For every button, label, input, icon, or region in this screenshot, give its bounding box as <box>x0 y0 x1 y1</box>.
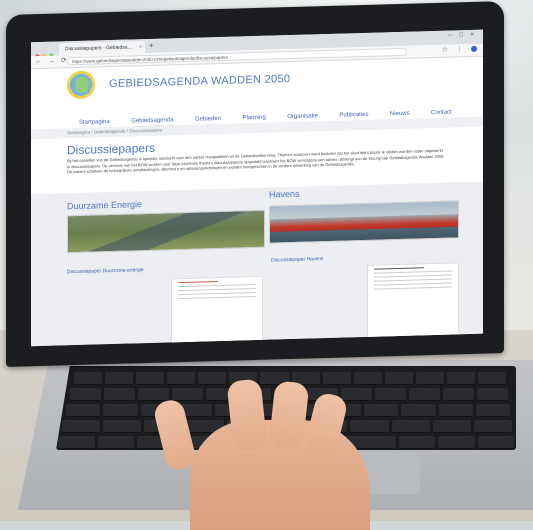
browser-toolbar: ☆ ⋮ <box>442 45 477 54</box>
navigation-icons[interactable]: ← → ⟳ <box>35 56 69 65</box>
breadcrumb-trail[interactable]: Startpagina / Gebiedsagenda / Discussiep… <box>67 128 162 136</box>
card-title-duurzame-energie[interactable]: Duurzame Energie <box>67 199 142 211</box>
doc-link-havens[interactable]: Discussiepaper Havens <box>271 256 324 263</box>
tab-close-icon[interactable]: × <box>139 41 142 53</box>
bookmark-menu-icon[interactable]: ☆ ⋮ <box>442 46 466 54</box>
typing-hand <box>151 378 390 530</box>
new-tab-button[interactable]: + <box>149 41 154 51</box>
index-finger <box>226 378 268 452</box>
page-title: Discussiepapers <box>67 140 156 158</box>
document-thumbnail[interactable] <box>367 262 459 339</box>
window-buttons[interactable]: – □ × <box>448 32 477 39</box>
laptop-lid: Discussiepapers - Gebiedsa... × + – □ × … <box>6 1 504 367</box>
tab-title: Discussiepapers - Gebiedsa... <box>65 44 132 53</box>
harbour-ships-photo[interactable] <box>269 200 459 244</box>
site-logo-icon[interactable] <box>67 70 95 100</box>
document-thumbnail[interactable] <box>171 275 263 345</box>
cards-section: Duurzame Energie Discussiepaper Duurzame… <box>31 181 483 347</box>
card-title-havens[interactable]: Havens <box>269 189 300 200</box>
site-title[interactable]: GEBIEDSAGENDA WADDEN 2050 <box>109 73 290 90</box>
website: GEBIEDSAGENDA WADDEN 2050 Startpagina Ge… <box>31 56 483 347</box>
solar-field-photo[interactable] <box>67 209 265 254</box>
laptop-screen: Discussiepapers - Gebiedsa... × + – □ × … <box>31 29 483 347</box>
profile-avatar[interactable] <box>471 45 477 53</box>
doc-link-duurzame-energie[interactable]: Discussiepaper Duurzame energie <box>67 267 144 275</box>
